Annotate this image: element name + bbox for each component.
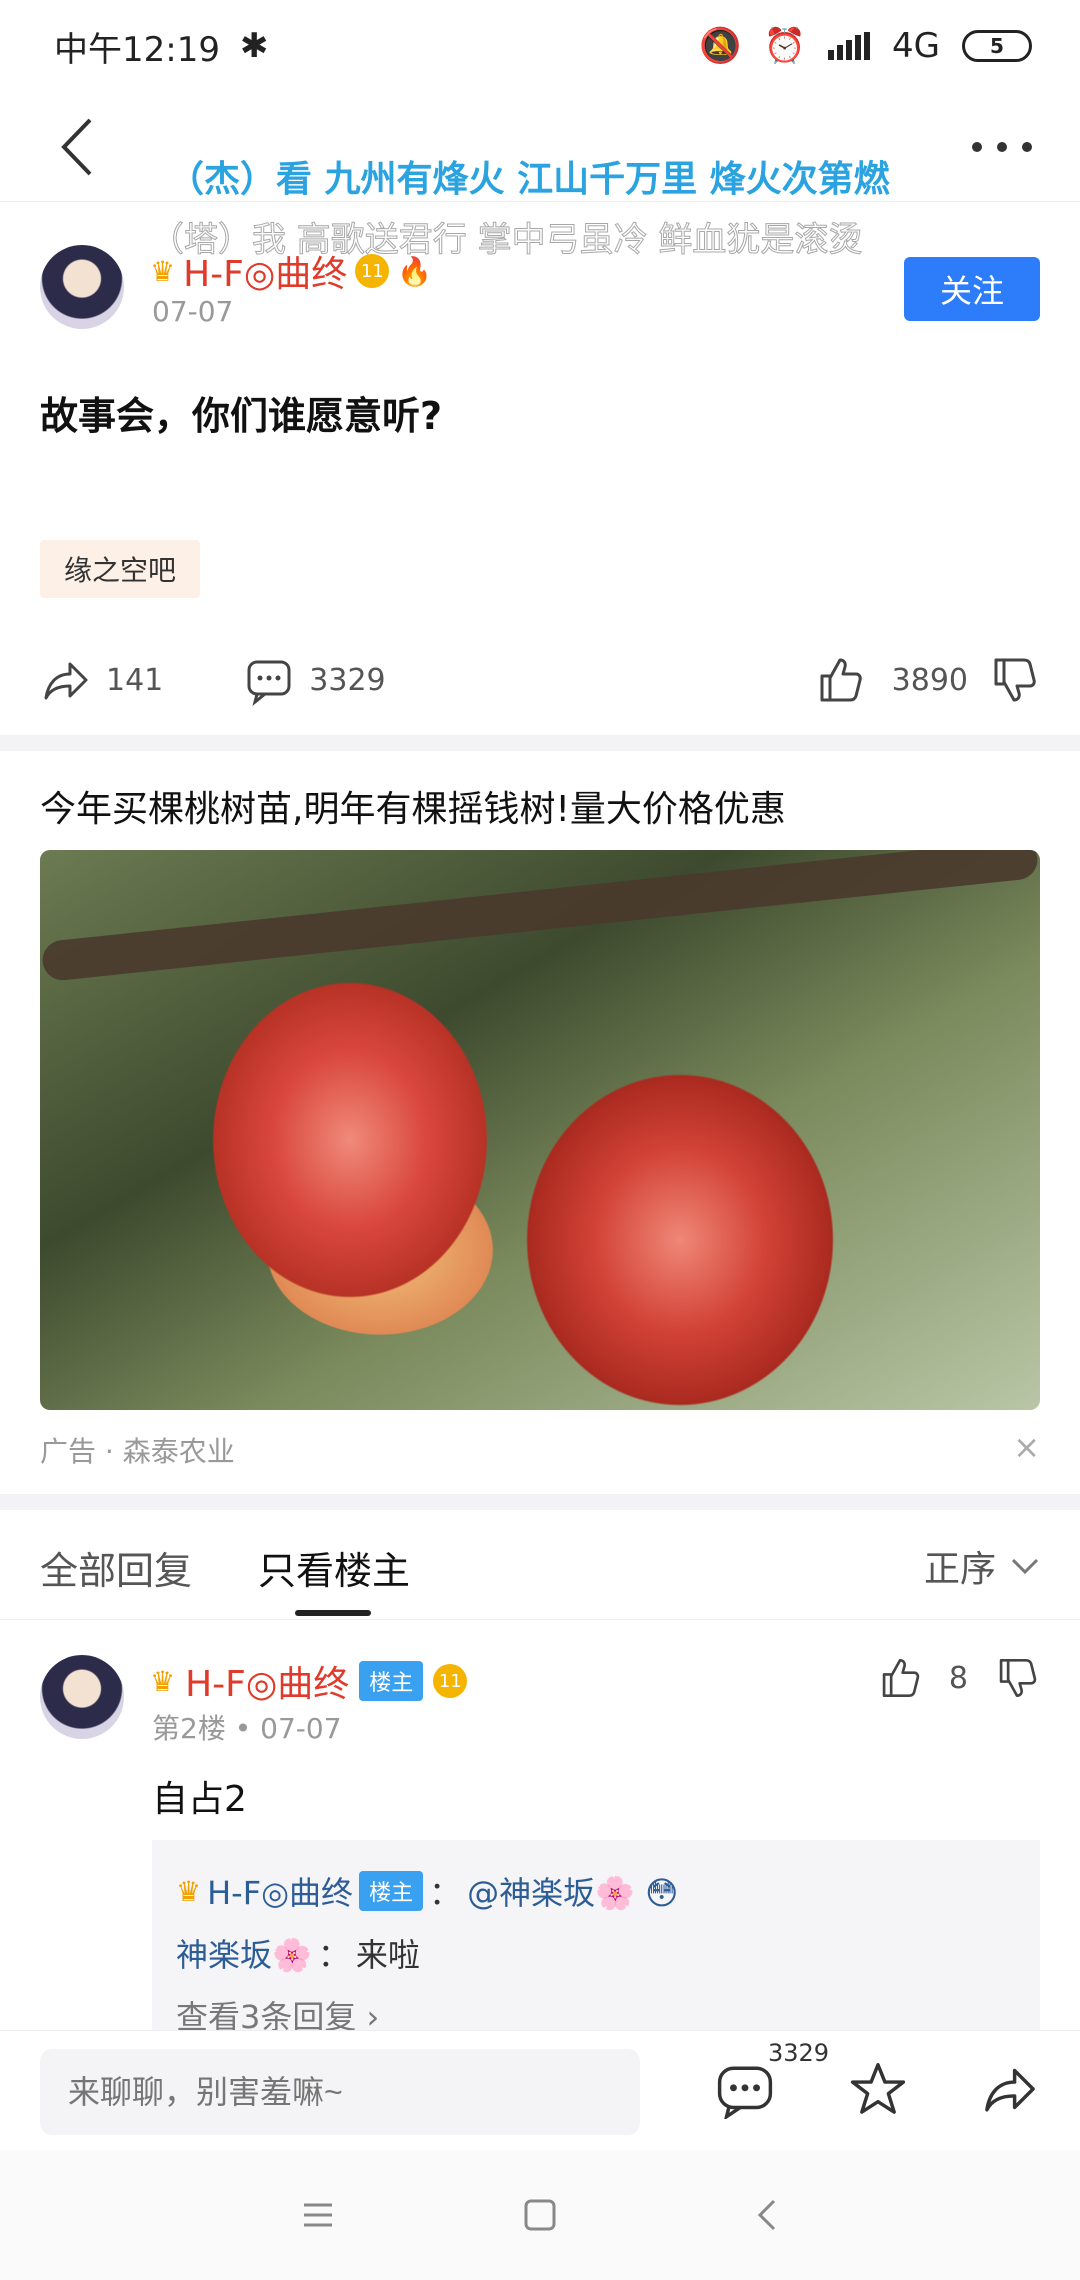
network-type: 4G	[892, 26, 940, 66]
ad-image-peaches[interactable]	[40, 850, 1040, 1410]
follow-button[interactable]: 关注	[904, 257, 1040, 321]
bottom-bar: 3329	[0, 2030, 1080, 2150]
sub-reply-text: 来啦	[355, 1936, 420, 1974]
sub-replies[interactable]: ♛ H-F◎曲终 楼主 ： @神楽坂🌸 😳 神楽坂🌸 ： 来啦 查看3条回复 ›	[152, 1840, 1040, 2040]
danmaku-line: （塔）我 高歌送君行 掌中弓虽冷 鲜血犹是滚烫	[149, 220, 863, 261]
forum-tag[interactable]: 缘之空吧	[40, 540, 201, 598]
reply-floor: 第2楼	[152, 1712, 226, 1745]
home-icon[interactable]	[520, 2195, 560, 2235]
menu-icon[interactable]	[298, 2195, 338, 2235]
section-divider	[0, 735, 1080, 751]
reply-author-name[interactable]: H-F◎曲终	[185, 1655, 349, 1707]
section-divider	[0, 1494, 1080, 1510]
crown-icon: ♛	[176, 1874, 202, 1908]
sort-dropdown[interactable]: 正序	[924, 1540, 1040, 1592]
reply-like-count: 8	[948, 1660, 968, 1696]
sub-reply-text: @神楽坂🌸 😳	[467, 1874, 679, 1912]
signal-icon	[828, 32, 871, 60]
system-nav-bar	[0, 2150, 1080, 2280]
share-button[interactable]: 141	[40, 654, 163, 706]
share-icon	[44, 662, 88, 700]
comment-count-badge: 3329	[768, 2039, 830, 2067]
post-date: 07-07	[152, 295, 234, 328]
post-title: 故事会，你们谁愿意听?	[40, 394, 443, 438]
chevron-down-icon	[1011, 1558, 1039, 1575]
tab-owner-only[interactable]: 只看楼主	[258, 1540, 410, 1595]
thumbs-down-icon	[994, 658, 1036, 702]
post-actions: 141 3329 3890	[40, 645, 1040, 715]
alarm-icon: ⏰	[763, 26, 807, 66]
comment-input[interactable]	[40, 2049, 640, 2135]
status-time: 中午12:19	[54, 29, 220, 70]
comment-count: 3329	[309, 662, 386, 698]
sort-label: 正序	[923, 1549, 996, 1590]
back-button[interactable]	[50, 112, 110, 182]
thumbs-up-icon	[820, 658, 862, 702]
avatar[interactable]	[40, 245, 124, 329]
dislike-button[interactable]	[988, 654, 1040, 706]
owner-badge: 楼主	[359, 1661, 424, 1701]
sub-reply: ♛ H-F◎曲终 楼主 ： @神楽坂🌸 😳	[176, 1860, 1016, 1922]
more-menu-button[interactable]	[972, 132, 1032, 162]
comment-icon	[247, 660, 291, 706]
tab-all-replies[interactable]: 全部回复	[40, 1540, 192, 1595]
reply-content: 自占2	[152, 1779, 247, 1820]
sub-reply-user[interactable]: H-F◎曲终	[207, 1868, 353, 1914]
crown-icon: ♛	[150, 1664, 176, 1698]
star-icon[interactable]	[848, 2059, 908, 2119]
thumbs-down-icon[interactable]	[994, 1655, 1040, 1701]
like-count: 3890	[891, 662, 968, 698]
avatar[interactable]	[40, 1655, 124, 1739]
close-icon[interactable]: ×	[1013, 1428, 1040, 1466]
owner-badge: 楼主	[359, 1871, 424, 1911]
sub-reply: 神楽坂🌸 ： 来啦	[176, 1922, 1016, 1984]
mute-bell-icon: 🔕	[699, 26, 742, 66]
back-nav-icon[interactable]	[748, 2195, 788, 2235]
share-icon[interactable]	[980, 2059, 1040, 2119]
sub-reply-user[interactable]: 神楽坂🌸	[176, 1930, 312, 1976]
bluetooth-icon: ✱	[239, 26, 269, 66]
chevron-left-icon	[61, 118, 92, 176]
share-count: 141	[106, 662, 164, 698]
ad-source: 广告 · 森泰农业	[40, 1435, 235, 1468]
reply-date: 07-07	[260, 1712, 342, 1745]
battery-icon: 5	[962, 30, 1032, 62]
reply-tabs: 全部回复 只看楼主 正序	[0, 1510, 1080, 1620]
tab-indicator	[295, 1610, 371, 1616]
thumbs-up-icon[interactable]	[877, 1655, 923, 1701]
like-button[interactable]: 3890	[814, 654, 968, 706]
level-badge-icon: 11	[433, 1664, 468, 1698]
comment-icon[interactable]	[715, 2059, 775, 2119]
ad-title[interactable]: 今年买棵桃树苗,明年有棵摇钱树!量大价格优惠	[40, 780, 786, 832]
comment-button[interactable]: 3329	[243, 654, 386, 706]
danmaku-line: （杰）看 九州有烽火 江山千万里 烽火次第燃	[168, 159, 890, 200]
status-bar: 中午12:19 ✱ 🔕 ⏰ 4G 5	[0, 0, 1080, 92]
